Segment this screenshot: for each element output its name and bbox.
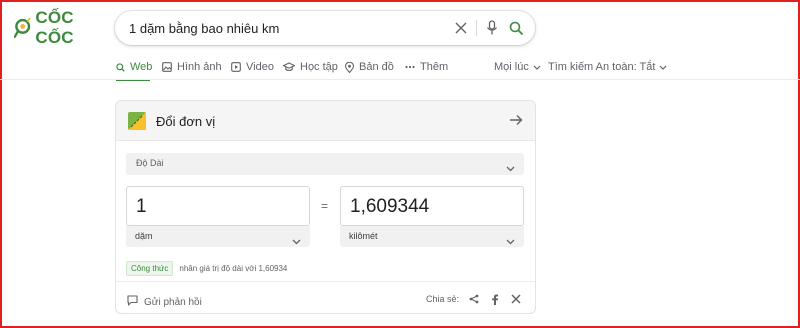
clear-icon[interactable] [452, 19, 470, 37]
tab-learning-label: Học tập [300, 61, 338, 73]
share-label: Chia sẻ: [426, 294, 460, 304]
tab-more[interactable]: Thêm [405, 58, 448, 76]
search-nav: Web Hình ảnh Video Học tập Bản đồ Thêm M… [0, 52, 800, 81]
formula-row: Công thức nhân giá trị độ dài với 1,6093… [126, 261, 287, 276]
unit-converter-card: Đổi đơn vị Độ Dài dặm = kilômét Công thứ… [115, 100, 536, 314]
map-pin-icon [345, 61, 354, 73]
time-filter-label: Mọi lúc [494, 61, 529, 73]
share-icon[interactable] [466, 291, 482, 307]
search-divider [476, 20, 477, 36]
formula-badge: Công thức [126, 261, 174, 276]
to-unit-value: kilômét [349, 231, 378, 241]
converter-title: Đổi đơn vị [156, 114, 216, 129]
chevron-down-icon [659, 65, 667, 70]
play-icon [231, 62, 241, 72]
from-unit-select[interactable]: dặm [126, 226, 310, 247]
time-filter-dropdown[interactable]: Mọi lúc [494, 58, 541, 76]
search-icon [116, 62, 125, 72]
from-value-input[interactable] [136, 195, 301, 219]
tab-maps[interactable]: Bản đồ [345, 58, 394, 76]
logo-text: CỐC CỐC [35, 8, 74, 47]
tab-web-label: Web [130, 61, 153, 73]
x-icon[interactable] [508, 291, 524, 307]
converter-footer: Gửi phản hồi Chia sẻ: [116, 281, 535, 313]
search-submit-icon[interactable] [507, 19, 525, 37]
graduation-cap-icon [283, 62, 295, 72]
equals-sign: = [321, 199, 329, 213]
unit-category-select[interactable]: Độ Dài [126, 153, 524, 175]
tab-video-label: Video [246, 61, 274, 73]
formula-text: nhân giá trị độ dài với 1,60934 [179, 264, 288, 273]
tab-video[interactable]: Video [231, 58, 274, 76]
safe-search-dropdown[interactable]: Tìm kiếm An toàn: Tắt [548, 58, 667, 76]
facebook-icon[interactable] [487, 291, 503, 307]
tab-more-label: Thêm [420, 61, 449, 73]
search-input[interactable] [129, 19, 449, 37]
chevron-down-icon [506, 232, 515, 250]
chevron-down-icon [533, 65, 541, 70]
microphone-icon[interactable] [483, 19, 501, 37]
safe-search-label: Tìm kiếm An toàn: Tắt [548, 61, 656, 73]
logo-icon [14, 17, 31, 38]
chevron-down-icon [506, 159, 515, 177]
tab-web[interactable]: Web [116, 58, 152, 76]
converter-header: Đổi đơn vị [116, 101, 535, 141]
unit-category-value: Độ Dài [136, 158, 164, 168]
coccoc-logo[interactable]: CỐC CỐC [14, 8, 100, 47]
feedback-button[interactable]: Gửi phản hồi [127, 293, 202, 311]
tab-maps-label: Bản đồ [359, 61, 394, 73]
nav-divider [0, 79, 800, 80]
to-value-input[interactable] [350, 195, 515, 219]
from-unit-value: dặm [135, 231, 153, 241]
tab-learning[interactable]: Học tập [283, 58, 338, 76]
tab-images-label: Hình ảnh [177, 61, 222, 73]
tab-images[interactable]: Hình ảnh [162, 58, 222, 76]
more-dots-icon [405, 65, 415, 69]
chevron-down-icon [292, 232, 301, 250]
image-icon [162, 62, 172, 72]
to-unit-select[interactable]: kilômét [340, 226, 524, 247]
feedback-label: Gửi phản hồi [144, 296, 202, 308]
feedback-icon [127, 293, 138, 311]
to-value-field [340, 186, 524, 226]
ruler-icon [127, 111, 147, 136]
arrow-right-icon[interactable] [509, 113, 523, 132]
from-value-field [126, 186, 310, 226]
search-box [115, 11, 535, 45]
